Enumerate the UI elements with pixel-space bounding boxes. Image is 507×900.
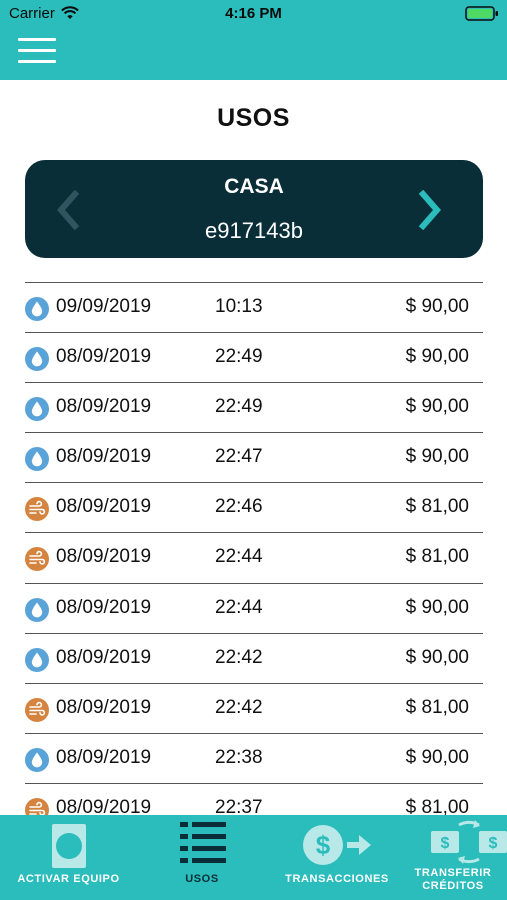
usage-row[interactable]: 08/09/2019 22:37 $ 81,00	[25, 782, 483, 815]
dollar-arrow-icon: $	[303, 825, 371, 865]
usage-amount: $ 90,00	[405, 296, 469, 317]
wind-icon	[25, 697, 49, 722]
usage-time: 22:47	[215, 446, 263, 468]
usage-amount: $ 81,00	[405, 546, 469, 568]
tab-activar-equipo[interactable]: ACTIVAR EQUIPO	[0, 815, 137, 900]
usage-date: 09/09/2019	[56, 296, 152, 317]
tab-label-line2: CRÉDITOS	[422, 880, 484, 892]
water-drop-icon	[25, 647, 49, 672]
tab-transferir-creditos[interactable]: $ $ TRANSFERIR CRÉDITOS	[407, 815, 507, 900]
transfer-credits-icon: $ $	[431, 820, 507, 864]
usage-date: 08/09/2019	[56, 396, 152, 418]
svg-text:$: $	[489, 835, 498, 852]
usage-list[interactable]: 09/09/2019 10:13 $ 90,00 08/09/2019 22:49 $ 9…	[25, 282, 483, 815]
usage-date: 08/09/2019	[56, 446, 152, 468]
usage-date: 08/09/2019	[56, 346, 152, 368]
hamburger-menu-icon[interactable]	[18, 38, 56, 64]
usage-amount: $ 90,00	[405, 596, 469, 618]
clock: 4:16 PM	[225, 5, 282, 22]
top-bar: Carrier 4:16 PM	[0, 0, 507, 80]
wind-icon	[25, 497, 49, 522]
usage-amount: $ 90,00	[405, 646, 469, 668]
usage-date: 08/09/2019	[56, 546, 152, 568]
device-icon	[52, 824, 86, 868]
usage-amount: $ 90,00	[405, 346, 469, 368]
usage-date: 08/09/2019	[56, 646, 152, 668]
usage-row[interactable]: 08/09/2019 22:46 $ 81,00	[25, 482, 483, 532]
list-icon	[180, 822, 226, 863]
usage-row[interactable]: 08/09/2019 22:49 $ 90,00	[25, 382, 483, 432]
usage-time: 22:37	[215, 796, 263, 815]
tab-label: USOS	[185, 873, 219, 885]
water-drop-icon	[25, 747, 49, 772]
usage-amount: $ 81,00	[405, 496, 469, 518]
usage-row[interactable]: 08/09/2019 22:42 $ 90,00	[25, 632, 483, 683]
app-screen: Carrier 4:16 PM USOS CASA e917143b 09/09…	[0, 0, 507, 900]
usage-row[interactable]: 08/09/2019 22:42 $ 81,00	[25, 682, 483, 733]
usage-row[interactable]: 08/09/2019 22:38 $ 90,00	[25, 732, 483, 783]
usage-date: 08/09/2019	[56, 796, 152, 815]
usage-date: 08/09/2019	[56, 496, 152, 518]
usage-date: 08/09/2019	[56, 746, 152, 768]
usage-date: 08/09/2019	[56, 696, 152, 718]
page-title: USOS	[217, 104, 290, 132]
usage-row[interactable]: 08/09/2019 22:47 $ 90,00	[25, 432, 483, 482]
status-bar: Carrier 4:16 PM	[0, 0, 507, 28]
svg-text:$: $	[441, 835, 450, 852]
usage-amount: $ 90,00	[405, 446, 469, 468]
usage-time: 22:49	[215, 396, 263, 418]
usage-date: 08/09/2019	[56, 596, 152, 618]
tab-transacciones[interactable]: $ TRANSACCIONES	[267, 815, 407, 900]
usage-amount: $ 90,00	[405, 746, 469, 768]
tab-label: ACTIVAR EQUIPO	[17, 873, 120, 885]
usage-time: 22:42	[215, 696, 263, 718]
usage-amount: $ 81,00	[405, 796, 469, 815]
water-drop-icon	[25, 397, 49, 422]
usage-row[interactable]: 08/09/2019 22:44 $ 90,00	[25, 582, 483, 633]
usage-row[interactable]: 08/09/2019 22:44 $ 81,00	[25, 532, 483, 582]
tab-label: TRANSFERIR CRÉDITOS	[407, 867, 499, 893]
usage-row[interactable]: 08/09/2019 22:49 $ 90,00	[25, 332, 483, 382]
svg-text:$: $	[316, 830, 331, 860]
usage-time: 22:44	[215, 546, 263, 568]
device-selector: CASA e917143b	[25, 160, 483, 258]
tab-label: TRANSACCIONES	[285, 873, 389, 885]
tab-usos[interactable]: USOS	[137, 815, 267, 900]
battery-icon	[465, 6, 498, 21]
chevron-right-icon[interactable]	[415, 190, 445, 230]
tab-label-line1: TRANSFERIR	[414, 867, 492, 879]
usage-amount: $ 90,00	[405, 396, 469, 418]
tab-bar: ACTIVAR EQUIPO USOS $ TRANSACCIONES $ $ …	[0, 815, 507, 900]
usage-time: 22:49	[215, 346, 263, 368]
usage-time: 10:13	[215, 296, 263, 317]
water-drop-icon	[25, 597, 49, 622]
usage-row[interactable]: 09/09/2019 10:13 $ 90,00	[25, 282, 483, 332]
usage-time: 22:44	[215, 596, 263, 618]
water-drop-icon	[25, 297, 49, 321]
usage-time: 22:42	[215, 646, 263, 668]
usage-time: 22:46	[215, 496, 263, 518]
water-drop-icon	[25, 347, 49, 372]
water-drop-icon	[25, 447, 49, 472]
wind-icon	[25, 547, 49, 572]
usage-amount: $ 81,00	[405, 696, 469, 718]
wind-icon	[25, 797, 49, 815]
usage-time: 22:38	[215, 746, 263, 768]
